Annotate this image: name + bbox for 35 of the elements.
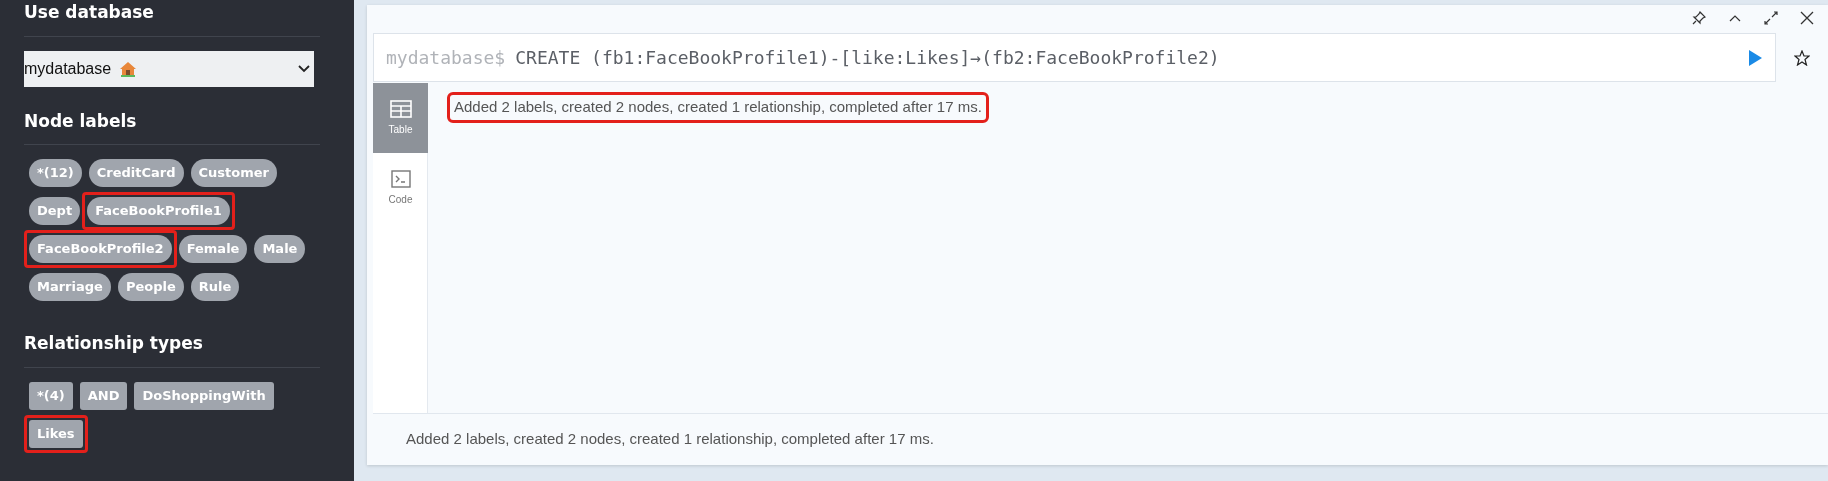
table-icon bbox=[389, 99, 412, 118]
prompt: mydatabase$ bbox=[386, 46, 506, 70]
run-icon[interactable] bbox=[1747, 48, 1763, 67]
house-icon bbox=[119, 60, 138, 77]
terminal-icon bbox=[390, 169, 411, 188]
node-label-tag[interactable]: Customer bbox=[190, 159, 277, 187]
view-tab[interactable]: Code bbox=[373, 153, 428, 223]
relationship-type-tag[interactable]: AND bbox=[79, 381, 128, 410]
database-select[interactable]: mydatabase bbox=[24, 50, 314, 87]
node-label-tag[interactable]: Dept bbox=[29, 197, 81, 225]
status-message: Added 2 labels, created 2 nodes, created 1 relationship, completed after 17 ms. bbox=[373, 413, 1828, 465]
section-heading: Use database bbox=[24, 2, 154, 22]
close-icon[interactable] bbox=[1800, 11, 1814, 25]
pin-icon[interactable] bbox=[1692, 11, 1706, 25]
expand-icon[interactable] bbox=[1764, 11, 1778, 25]
star-icon[interactable] bbox=[1794, 49, 1810, 66]
relationship-type-tag[interactable]: *(4) bbox=[29, 381, 73, 410]
node-label-tag[interactable]: FaceBookProfile2 bbox=[29, 235, 172, 263]
section-heading: Relationship types bbox=[24, 333, 203, 353]
node-label-tag[interactable]: Rule bbox=[190, 273, 240, 301]
node-label-tag[interactable]: CreditCard bbox=[88, 159, 184, 187]
section-heading: Node labels bbox=[24, 110, 137, 131]
chevron-down-icon bbox=[298, 64, 310, 73]
relationship-type-tag[interactable]: Likes bbox=[29, 419, 83, 448]
node-label-tag[interactable]: Male bbox=[254, 235, 306, 263]
relationship-type-tag[interactable]: DoShoppingWith bbox=[134, 381, 274, 410]
node-label-tag[interactable]: People bbox=[117, 273, 184, 301]
query-text: CREATE (fb1:FaceBookProfile1)-[like:Likes]→(fb2:FaceBookProfile2) bbox=[515, 46, 1221, 70]
result-message: Added 2 labels, created 2 nodes, created 1 relationship, completed after 17 ms. bbox=[450, 95, 986, 120]
node-label-tag[interactable]: FaceBookProfile1 bbox=[87, 197, 230, 225]
node-label-tag[interactable]: Female bbox=[178, 235, 248, 263]
node-label-tag[interactable]: *(12) bbox=[29, 159, 82, 187]
query-editor[interactable]: mydatabase$ CREATE (fb1:FaceBookProfile1)-[like:Likes]→(fb2:FaceBookProfile2) bbox=[373, 33, 1776, 82]
view-tab[interactable]: Table bbox=[373, 83, 428, 153]
node-label-tag[interactable]: Marriage bbox=[29, 273, 111, 301]
